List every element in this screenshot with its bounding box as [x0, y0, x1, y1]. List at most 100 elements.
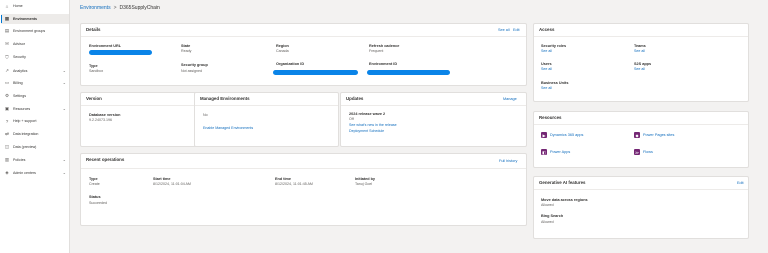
managed-status-value: No	[203, 113, 208, 117]
resources-icon: ▣	[4, 106, 10, 111]
organization-id-label: Organization ID	[276, 62, 305, 66]
sidebar-item-security[interactable]: ⛉ Security	[1, 52, 69, 62]
full-history-link[interactable]: Full history	[499, 159, 517, 163]
analytics-icon: ↗	[5, 68, 9, 73]
start-time-value: 8/12/2024, 11:01:04 AM	[153, 182, 191, 186]
settings-icon: ⚙	[4, 93, 10, 98]
sidebar-item-settings[interactable]: ⚙ Settings	[1, 91, 69, 101]
dynamics-365-apps-link[interactable]: Dynamics 365 apps	[550, 133, 583, 137]
details-edit-link[interactable]: Edit	[513, 28, 520, 32]
recent-operations-title: Recent operations	[86, 157, 125, 162]
power-pages-sites-link[interactable]: Power Pages sites	[643, 133, 674, 137]
divider	[81, 105, 210, 106]
sidebar-item-label: Analytics	[13, 69, 28, 73]
resources-title: Resources	[539, 115, 562, 120]
environment-url-label: Environment URL	[89, 44, 122, 48]
s2s-apps-see-all-link[interactable]: See all	[634, 67, 645, 71]
divider	[534, 124, 748, 125]
enable-managed-environments-link[interactable]: Enable Managed Environments	[203, 126, 253, 130]
type-label: Type	[89, 64, 98, 68]
generative-ai-edit-link[interactable]: Edit	[737, 181, 744, 185]
sidebar-item-admin-centers[interactable]: ◈ Admin centers ⌄	[1, 168, 69, 178]
operation-type-label: Type	[89, 177, 98, 181]
managed-environments-card: Managed Environments No Enable Managed E…	[194, 92, 339, 147]
data-preview-icon: ◫	[4, 144, 10, 149]
bing-search-label: Bing Search	[541, 214, 564, 218]
policies-icon: ▥	[4, 157, 10, 162]
sidebar-item-help-support[interactable]: ? Help + support	[1, 116, 69, 126]
s2s-apps-label: S2S apps	[634, 62, 652, 66]
power-apps-link[interactable]: Power Apps	[550, 150, 570, 154]
sidebar-item-label: Help + support	[13, 119, 37, 123]
region-label: Region	[276, 44, 289, 48]
refresh-cadence-label: Refresh cadence	[369, 44, 400, 48]
deployment-schedule-link[interactable]: Deployment Schedule	[349, 129, 384, 133]
access-title: Access	[539, 27, 555, 32]
power-pages-sites-icon: ◆	[634, 132, 640, 138]
business-units-label: Business Units	[541, 81, 569, 85]
recent-operations-card: Recent operations Full history Type Crea…	[80, 153, 527, 226]
sidebar-item-billing[interactable]: ▭ Billing ⌄	[1, 78, 69, 88]
end-time-value: 8/12/2024, 11:01:45 AM	[275, 182, 313, 186]
environment-id-redacted	[367, 70, 450, 75]
breadcrumb-separator: >	[113, 5, 117, 11]
sidebar-item-environment-groups[interactable]: ▤ Environment groups	[1, 26, 69, 36]
access-card: Access Security roles See all Teams See …	[533, 23, 749, 102]
sidebar-item-data-preview[interactable]: ◫ Data (preview)	[1, 142, 69, 152]
sidebar-item-label: Admin centers	[13, 171, 36, 175]
move-data-label: Move data across regions	[541, 198, 588, 202]
divider	[81, 36, 526, 37]
security-group-label: Security group	[181, 63, 208, 67]
business-units-see-all-link[interactable]: See all	[541, 86, 552, 90]
updates-manage-link[interactable]: Manage	[503, 97, 517, 101]
power-apps-icon: ◧	[541, 149, 547, 155]
sidebar-item-home[interactable]: ⌂ Home	[1, 1, 69, 11]
sidebar-item-analytics[interactable]: ↗ Analytics ⌄	[1, 66, 69, 76]
flows-link[interactable]: Flows	[643, 150, 653, 154]
chevron-down-icon[interactable]: ⌄	[63, 106, 66, 111]
refresh-cadence-value: Frequent	[369, 49, 384, 53]
organization-id-redacted	[273, 70, 358, 75]
operation-type-value: Create	[89, 182, 100, 186]
end-time-label: End time	[275, 177, 292, 181]
divider	[341, 105, 526, 106]
database-version-label: Database version	[89, 113, 121, 117]
divider	[534, 189, 748, 190]
sidebar-item-data-integration[interactable]: ⇄ Data integration	[1, 129, 69, 139]
billing-icon: ▭	[4, 80, 10, 85]
help-icon: ?	[5, 118, 9, 124]
security-icon: ⛉	[5, 54, 9, 60]
initiated-by-label: Initiated by	[355, 177, 376, 181]
sidebar-item-label: Advisor	[13, 42, 25, 46]
sidebar-item-resources[interactable]: ▣ Resources ⌄	[1, 104, 69, 114]
operation-status-value: Succeeded	[89, 201, 107, 205]
database-version-value: 9.2.24073.196	[89, 118, 112, 122]
sidebar-item-label: Policies	[13, 158, 26, 162]
divider	[534, 36, 748, 37]
details-see-all-link[interactable]: See all	[498, 28, 510, 32]
region-value: Canada	[276, 49, 289, 53]
breadcrumb: Environments > D365SupplyChain	[80, 5, 160, 11]
updates-title: Updates	[346, 96, 364, 101]
sidebar-item-label: Environment groups	[13, 29, 46, 33]
users-see-all-link[interactable]: See all	[541, 67, 552, 71]
teams-see-all-link[interactable]: See all	[634, 49, 645, 53]
generative-ai-features-card: Generative AI features Edit Move data ac…	[533, 176, 749, 239]
breadcrumb-environments-link[interactable]: Environments	[80, 5, 111, 11]
chevron-down-icon[interactable]: ⌄	[63, 68, 66, 73]
release-wave-value: Off	[349, 117, 354, 121]
bing-search-value: Allowed	[541, 220, 554, 224]
sidebar-item-environments[interactable]: ▦ Environments	[1, 14, 69, 24]
chevron-down-icon[interactable]: ⌄	[63, 170, 66, 175]
sidebar-item-policies[interactable]: ▥ Policies ⌄	[1, 155, 69, 165]
security-roles-see-all-link[interactable]: See all	[541, 49, 552, 53]
details-title: Details	[86, 27, 101, 32]
chevron-down-icon[interactable]: ⌄	[63, 80, 66, 85]
sidebar-item-label: Home	[13, 4, 23, 8]
sidebar-item-advisor[interactable]: ✉ Advisor	[1, 39, 69, 49]
updates-card: Updates Manage 2024 release wave 2 Off S…	[340, 92, 527, 147]
version-card: Version Database version 9.2.24073.196	[80, 92, 211, 147]
whats-new-link[interactable]: See what's new in the release	[349, 123, 397, 127]
sidebar-item-label: Data integration	[13, 132, 39, 136]
chevron-down-icon[interactable]: ⌄	[63, 157, 66, 162]
